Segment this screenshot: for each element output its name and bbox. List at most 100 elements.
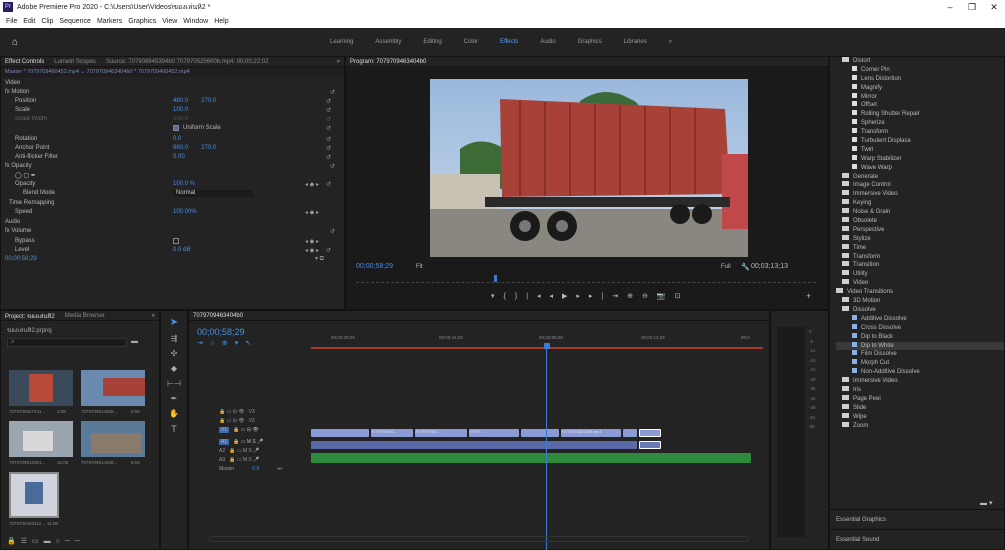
workspace-tab-graphics[interactable]: Graphics (578, 39, 602, 45)
audio-clip[interactable] (311, 453, 751, 463)
tab-media-browser[interactable]: Media Browser (65, 313, 105, 319)
effects-item[interactable]: Mirror (836, 92, 1004, 102)
transport-controls[interactable]: ▾{}|◂◂▶▸▸|⇥⊕⊖📷⊡ (491, 292, 689, 300)
program-scrubber[interactable] (356, 275, 816, 283)
restore-button[interactable]: ❐ (961, 2, 983, 13)
program-timecode[interactable]: 00;00;58;29 (356, 263, 393, 270)
effect-motion[interactable]: fx Motion (5, 89, 29, 95)
workspace-tab-learning[interactable]: Learning (330, 39, 353, 45)
effects-item[interactable]: Twirl (836, 145, 1004, 155)
thumbnail-item[interactable] (81, 421, 145, 457)
effects-item[interactable]: Film Dissolve (836, 350, 1004, 359)
timeline-ruler[interactable]: 00;00;29;29 00;00;44;28 00;00;59;28 00;0… (311, 325, 763, 349)
pen-tool-icon[interactable]: ✒ (161, 394, 187, 403)
effects-item[interactable]: Dip to Black (836, 332, 1004, 342)
video-clip[interactable] (311, 429, 369, 437)
video-clip-track-v1[interactable] (311, 441, 637, 449)
ripple-edit-icon[interactable]: ✣ (161, 349, 187, 358)
effects-item[interactable]: Additive Dissolve (836, 314, 1004, 324)
keyframe-nav[interactable]: ◂ ◆ ▸ (305, 181, 319, 188)
effects-bin-item[interactable]: Transition (836, 261, 1004, 270)
anchor-x-value[interactable]: 960.0 (173, 145, 188, 151)
scale-value[interactable]: 100.0 (173, 107, 188, 113)
effects-bin-item[interactable]: Dissolve (836, 305, 1004, 315)
project-footer-tools[interactable]: 🔒☰▭▬○── (7, 537, 85, 545)
fit-select[interactable]: Fit (416, 264, 423, 270)
effects-bin-item[interactable]: Video Transitions (836, 288, 1004, 297)
effects-bin-item[interactable]: Generate (836, 172, 1004, 182)
workspace-tab-audio[interactable]: Audio (540, 39, 555, 45)
workspace-tab-assembly[interactable]: Assembly (375, 39, 401, 45)
program-playhead[interactable] (494, 275, 497, 282)
timeline-timecode[interactable]: 00;00;58;29 (197, 327, 245, 337)
settings-wrench-icon[interactable]: 🔧 (741, 263, 750, 271)
master-volume-value[interactable]: 0.0 (252, 466, 259, 472)
effect-controls-timecode[interactable]: 00;00;58;29 (5, 256, 37, 262)
workspace-more-button[interactable]: » (669, 39, 672, 45)
effects-bin-item[interactable]: Obsolete (836, 217, 1004, 226)
new-bin-folder-icon[interactable]: ▬ ▾ (980, 499, 992, 507)
track-controls[interactable]: 🔒 ▭ M S 🎤 (229, 448, 259, 454)
blend-mode-select[interactable]: Normal (173, 189, 253, 197)
new-bin-icon[interactable]: ▬ (131, 338, 138, 345)
keyframe-nav[interactable]: ◂ ◆ ▸ (305, 209, 319, 216)
video-clip[interactable]: 7079709460... (371, 429, 413, 437)
track-controls[interactable]: 🔒 ▭ ⊟ 👁 (219, 409, 245, 415)
effects-bin-item[interactable]: Zoom (836, 421, 1004, 431)
effects-item[interactable]: Spherize (836, 119, 1004, 128)
effects-bin-item[interactable]: Distort (836, 57, 1004, 66)
add-button-icon[interactable]: + (806, 291, 811, 301)
effects-bin-item[interactable]: Stylize (836, 234, 1004, 244)
reset-icon[interactable]: ↺ (326, 125, 331, 132)
type-tool-icon[interactable]: T (161, 424, 187, 434)
slip-tool-icon[interactable]: ⊢⊣ (161, 379, 187, 388)
essential-graphics-panel[interactable]: Essential Graphics (830, 510, 1005, 530)
effects-item[interactable]: Warp Stabilizer (836, 154, 1004, 164)
track-label-a1[interactable]: A1 (219, 438, 230, 445)
minimize-button[interactable]: – (939, 2, 961, 12)
workspace-tab-libraries[interactable]: Libraries (624, 39, 647, 45)
menu-window[interactable]: Window (183, 18, 208, 25)
track-select-icon[interactable]: ⇶ (161, 334, 187, 343)
reset-icon[interactable]: ↺ (330, 163, 335, 170)
effects-bin-item[interactable]: Time (836, 243, 1004, 253)
effects-bin-item[interactable]: Image Control (836, 181, 1004, 190)
tab-source[interactable]: Source: 707908945394b0 707970525600b.mp4… (106, 59, 268, 65)
selection-tool-icon[interactable]: ➤ (161, 317, 187, 328)
effects-bin-item[interactable]: Slide (836, 403, 1004, 413)
effects-item[interactable]: Morph Cut (836, 359, 1004, 368)
reset-icon[interactable]: ↺ (326, 107, 331, 114)
reset-icon[interactable]: ↺ (326, 247, 331, 254)
effect-opacity[interactable]: fx Opacity (5, 163, 32, 169)
video-clip-selected[interactable] (639, 429, 661, 437)
reset-icon[interactable]: ↺ (326, 98, 331, 105)
video-clip-selected[interactable] (639, 441, 661, 449)
anti-flicker-value[interactable]: 0.00 (173, 154, 185, 160)
timeline-playhead-handle[interactable] (544, 343, 550, 349)
panel-expand-button[interactable]: » (337, 59, 340, 65)
video-clip[interactable]: 70797... (469, 429, 519, 437)
menu-graphics[interactable]: Graphics (128, 18, 156, 25)
opacity-value[interactable]: 100.0 % (173, 181, 195, 187)
video-clip[interactable]: 7079709461... (415, 429, 467, 437)
thumbnail-item[interactable] (9, 370, 73, 406)
home-icon[interactable]: ⌂ (0, 37, 30, 48)
effects-bin-item[interactable]: Immersive Video (836, 190, 1004, 199)
menu-view[interactable]: View (162, 18, 177, 25)
thumbnail-item-selected[interactable] (9, 472, 59, 518)
mask-tools[interactable]: ◯ ▢ ✒ (15, 171, 357, 179)
tab-project[interactable]: Project: ของเล่นหิ2 (5, 311, 55, 321)
effects-item[interactable]: Non-Additive Dissolve (836, 368, 1004, 377)
effects-item[interactable]: Wave Warp (836, 163, 1004, 173)
program-monitor-title[interactable]: Program: 7079709463404b0 (350, 59, 426, 65)
timeline-tab[interactable]: 7079709463404b0 (193, 313, 243, 319)
master-expand-icon[interactable]: ⏭ (277, 466, 282, 472)
essential-sound-panel[interactable]: Essential Sound (830, 530, 1005, 550)
timeline-playhead[interactable] (546, 349, 547, 550)
uniform-scale-checkbox[interactable] (173, 125, 179, 131)
keyframe-nav[interactable]: ◂ ◆ ▸ (305, 247, 319, 254)
reset-icon[interactable]: ↺ (326, 154, 331, 161)
close-button[interactable]: ✕ (983, 2, 1005, 13)
effects-item[interactable]: Cross Dissolve (836, 323, 1004, 333)
video-clip[interactable]: 7079709462339B.mp4 (561, 429, 621, 437)
